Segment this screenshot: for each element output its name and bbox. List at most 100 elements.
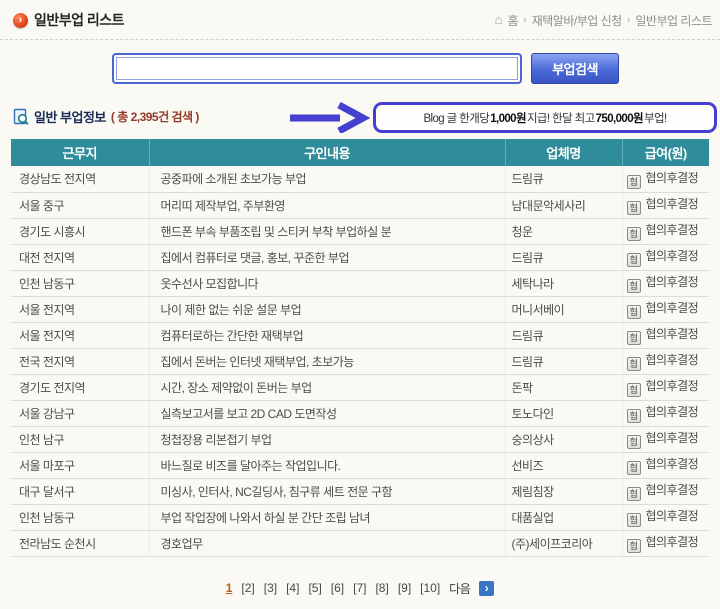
promo-banner[interactable]: Blog 글 한개당 1,000원 지급! 한달 최고 750,000원 부업! [373,102,717,133]
negotiation-badge-icon: 협 [626,513,641,527]
negotiation-badge-icon: 협 [626,461,641,475]
column-header: 급여(원) [621,139,709,166]
cell-company: 돈팍 [504,374,622,401]
cell-job-description[interactable]: 바느질로 비즈를 달아주는 작업입니다. [148,452,505,479]
pay-text: 협의후결정 [645,509,699,523]
negotiation-badge-icon: 협 [626,487,641,501]
cell-company: 남대문악세사리 [504,192,622,219]
pay-text: 협의후결정 [645,457,699,471]
pay-text: 협의후결정 [645,275,699,289]
page-link[interactable]: [3] [264,581,277,595]
page-link[interactable]: [4] [286,581,299,595]
section-title: 일반 부업정보 [34,110,106,125]
cell-job-description[interactable]: 나이 제한 없는 쉬운 설문 부업 [148,296,505,323]
cell-location: 경기도 시흥시 [11,218,149,245]
cell-company: 청운 [504,218,622,245]
table-row: 경기도 시흥시 핸드폰 부속 부품조립 및 스티커 부착 부업하실 분 청운 협 협의후… [11,218,709,245]
page-link[interactable]: [2] [241,581,254,595]
pagination: 1 [2] [3] [4] [5] [6] [7] [8] [9] [10] 다음 › [0,580,720,597]
pay-text: 협의후결정 [645,535,699,549]
cell-pay: 협 협의후결정 [621,452,709,479]
cell-job-description[interactable]: 실측보고서를 보고 2D CAD 도면작성 [148,400,505,427]
page-link[interactable]: [8] [375,581,388,595]
cell-job-description[interactable]: 공중파에 소개된 초보가능 부업 [148,166,505,193]
cell-pay: 협 협의후결정 [621,322,709,349]
cell-company: 숭의상사 [504,426,622,453]
negotiation-badge-icon: 협 [626,357,641,371]
column-header: 업체명 [504,139,622,166]
search-input[interactable] [112,53,522,84]
cell-location: 서울 강남구 [11,400,149,427]
cell-job-description[interactable]: 미싱사, 인터사, NC길딩사, 침구류 세트 전문 구함 [148,478,505,505]
cell-location: 서울 전지역 [11,296,149,323]
negotiation-badge-icon: 협 [626,174,641,189]
table-row: 서울 마포구 바느질로 비즈를 달아주는 작업입니다. 선비즈 협 협의후결정 [11,452,709,479]
search-button[interactable]: 부업검색 [531,53,619,84]
page-link[interactable]: [5] [308,581,321,595]
breadcrumb-item-apply[interactable]: 재택알바/부업 신청 [532,12,623,29]
table-row: 대전 전지역 집에서 컴퓨터로 댓글, 홍보, 꾸준한 부업 드림큐 협 협의후결정 [11,244,709,271]
title-wrap: › 일반부업 리스트 [13,10,125,30]
cell-job-description[interactable]: 부업 작업장에 나와서 하실 분 간단 조립 남녀 [148,504,505,531]
pay-text: 협의후결정 [645,431,699,445]
cell-pay: 협 협의후결정 [621,244,709,271]
cell-job-description[interactable]: 집에서 컴퓨터로 댓글, 홍보, 꾸준한 부업 [148,244,505,271]
pay-text: 협의후결정 [645,483,699,497]
table-row: 서울 전지역 컴퓨터로하는 간단한 재택부업 드림큐 협 협의후결정 [11,322,709,349]
page-link[interactable]: [6] [331,581,344,595]
cell-company: 제림침장 [504,478,622,505]
promo-arrow-icon [290,102,371,133]
cell-company: 드림큐 [504,322,622,349]
negotiation-badge-icon: 협 [626,253,641,267]
negotiation-badge-icon: 협 [626,201,641,215]
cell-job-description[interactable]: 청첩장용 리본접기 부업 [148,426,505,453]
info-left: 일반 부업정보 ( 총 2,395건 검색 ) [13,107,199,126]
column-header: 근무지 [11,139,149,166]
cell-company: 토노다인 [504,400,622,427]
cell-job-description[interactable]: 핸드폰 부속 부품조립 및 스티커 부착 부업하실 분 [148,218,505,245]
table-row: 인천 남구 청첩장용 리본접기 부업 숭의상사 협 협의후결정 [11,426,709,453]
cell-job-description[interactable]: 집에서 돈버는 인터넷 재택부업, 초보가능 [148,348,505,375]
table-header-row: 근무지 구인내용 업체명 급여(원) [11,139,709,166]
cell-location: 전국 전지역 [11,348,149,375]
table-row: 전국 전지역 집에서 돈버는 인터넷 재택부업, 초보가능 드림큐 협 협의후결정 [11,348,709,375]
table-row: 경상남도 전지역 공중파에 소개된 초보가능 부업 드림큐 협 협의후결정 [11,166,709,193]
cell-job-description[interactable]: 시간, 장소 제약없이 돈버는 부업 [148,374,505,401]
page-link[interactable]: [7] [353,581,366,595]
next-page-link[interactable]: 다음 [449,580,471,597]
negotiation-badge-icon: 협 [626,409,641,423]
cell-pay: 협 협의후결정 [621,218,709,245]
cell-job-description[interactable]: 머리띠 제작부업, 주부환영 [148,192,505,219]
cell-company: 드림큐 [504,166,622,193]
cell-location: 인천 남동구 [11,270,149,297]
cell-location: 대전 전지역 [11,244,149,271]
pay-text: 협의후결정 [645,301,699,315]
pay-text: 협의후결정 [645,223,699,237]
negotiation-badge-icon: 협 [626,331,641,345]
breadcrumb-separator: › [626,14,631,26]
page-current[interactable]: 1 [226,581,233,595]
page-title: 일반부업 리스트 [34,12,125,28]
negotiation-badge-icon: 협 [626,279,641,293]
pay-text: 협의후결정 [645,197,699,211]
negotiation-badge-icon: 협 [626,539,641,553]
cell-location: 전라남도 순천시 [11,530,149,557]
negotiation-badge-icon: 협 [626,305,641,319]
cell-job-description[interactable]: 경호업무 [148,530,505,557]
table-row: 서울 전지역 나이 제한 없는 쉬운 설문 부업 머니서베이 협 협의후결정 [11,296,709,323]
negotiation-badge-icon: 협 [626,435,641,449]
cell-job-description[interactable]: 옷수선사 모집합니다 [148,270,505,297]
result-count: ( 총 2,395건 검색 ) [110,110,200,124]
breadcrumb-home[interactable]: 홈 [507,12,518,29]
page-link[interactable]: [10] [420,581,440,595]
next-page-icon[interactable]: › [479,580,495,596]
page-link[interactable]: [9] [398,581,411,595]
cell-job-description[interactable]: 컴퓨터로하는 간단한 재택부업 [148,322,505,349]
cell-pay: 협 협의후결정 [621,426,709,453]
cell-company: 선비즈 [504,452,622,479]
cell-location: 경상남도 전지역 [11,166,149,193]
table-row: 대구 달서구 미싱사, 인터사, NC길딩사, 침구류 세트 전문 구함 제림침장 협… [11,478,709,505]
pay-text: 협의후결정 [645,249,699,263]
cell-pay: 협 협의후결정 [621,348,709,375]
cell-pay: 협 협의후결정 [621,192,709,219]
